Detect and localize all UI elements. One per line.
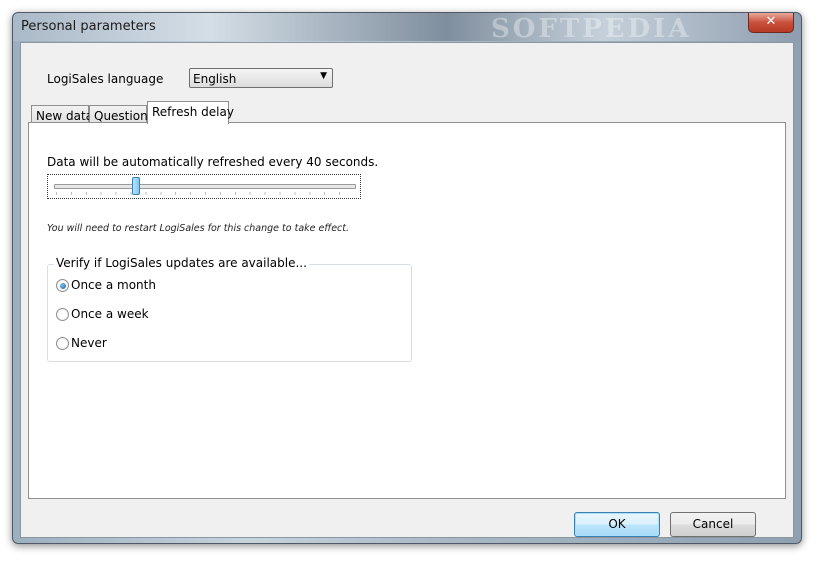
ok-button[interactable]: OK bbox=[574, 512, 660, 537]
radio-label: Once a month bbox=[71, 278, 156, 292]
refresh-interval-text: Data will be automatically refreshed eve… bbox=[47, 155, 379, 169]
slider-track bbox=[54, 184, 356, 189]
radio-label: Once a week bbox=[71, 307, 149, 321]
radio-button[interactable] bbox=[56, 337, 69, 350]
chevron-down-icon: ▼ bbox=[320, 71, 327, 81]
dialog-client-area: LogiSales language English ▼ New data Qu… bbox=[20, 42, 794, 538]
close-icon: ✕ bbox=[765, 14, 777, 29]
slider-ticks bbox=[56, 192, 354, 195]
tab-questions[interactable]: Questions bbox=[89, 105, 154, 123]
refresh-delay-panel: Data will be automatically refreshed eve… bbox=[28, 122, 786, 499]
language-selected-value: English bbox=[193, 72, 237, 86]
refresh-delay-slider[interactable] bbox=[47, 174, 361, 199]
slider-thumb[interactable] bbox=[132, 177, 141, 195]
language-select[interactable]: English ▼ bbox=[189, 68, 333, 88]
radio-button[interactable] bbox=[56, 279, 69, 292]
cancel-button[interactable]: Cancel bbox=[670, 512, 756, 537]
title-bar[interactable]: Personal parameters SOFTPEDIA ✕ bbox=[13, 13, 801, 44]
radio-button[interactable] bbox=[56, 308, 69, 321]
softpedia-watermark: SOFTPEDIA bbox=[491, 14, 692, 44]
tab-new-data[interactable]: New data bbox=[31, 105, 93, 123]
tab-refresh-delay[interactable]: Refresh delay bbox=[147, 101, 234, 124]
restart-note: You will need to restart LogiSales for t… bbox=[47, 223, 350, 234]
window-title: Personal parameters bbox=[21, 19, 156, 34]
language-label: LogiSales language bbox=[47, 72, 164, 86]
dialog-window: Personal parameters SOFTPEDIA ✕ LogiSale… bbox=[12, 12, 802, 544]
close-button[interactable]: ✕ bbox=[748, 13, 794, 33]
radio-label: Never bbox=[71, 336, 107, 350]
updates-group-label: Verify if LogiSales updates are availabl… bbox=[54, 256, 309, 270]
